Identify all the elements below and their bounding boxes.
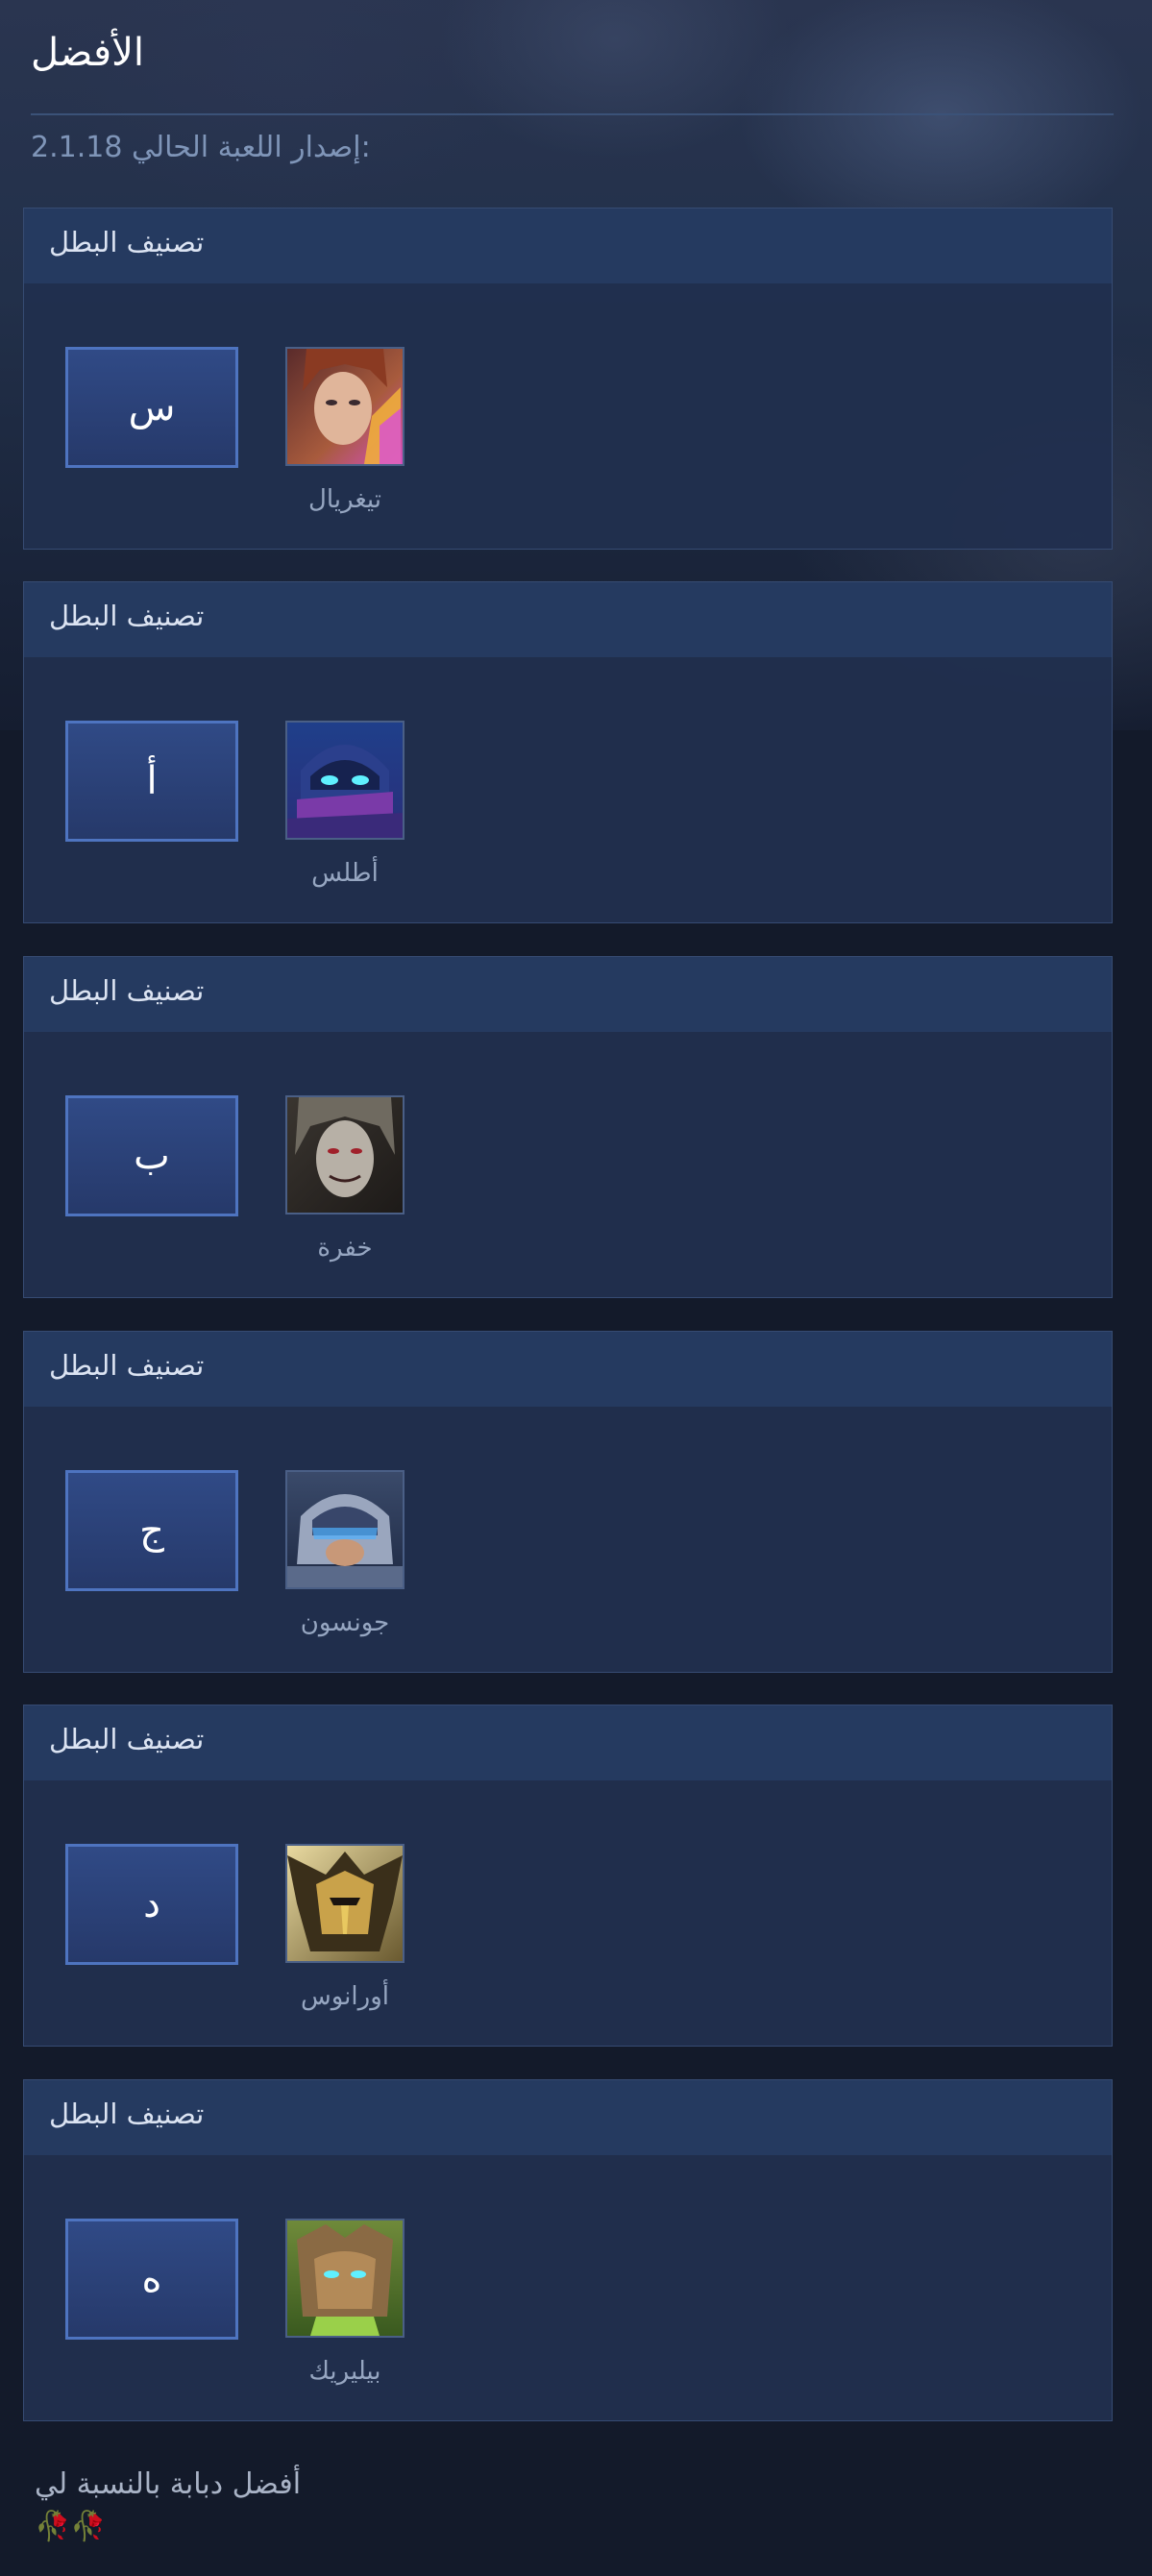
hero-name: خفرة <box>317 1234 373 1263</box>
footer-note: أفضل دبابة بالنسبة لي <box>35 2467 302 2501</box>
page-title: الأفضل <box>31 31 145 75</box>
card-title: تصنيف البطل <box>49 2098 205 2130</box>
card-title: تصنيف البطل <box>49 1723 205 1755</box>
card-header: تصنيف البطل <box>24 1705 1112 1780</box>
card-header: تصنيف البطل <box>24 582 1112 657</box>
hero-name: أورانوس <box>301 1982 389 2011</box>
hero-name: أطلس <box>311 859 379 888</box>
card-title: تصنيف البطل <box>49 226 205 258</box>
tier-grade-badge: أ <box>65 721 238 842</box>
tier-grade-badge: س <box>65 347 238 468</box>
uranus-portrait-icon[interactable] <box>285 1844 404 1963</box>
tier-grade-badge: ه <box>65 2219 238 2340</box>
hero-tier-card: تصنيف البطل أ أطلس <box>23 581 1113 923</box>
card-title: تصنيف البطل <box>49 600 205 632</box>
card-header: تصنيف البطل <box>24 957 1112 1032</box>
hero-name: بيليريك <box>308 2357 381 2386</box>
tier-grade-badge: د <box>65 1844 238 1965</box>
hero-name: جونسون <box>300 1608 390 1637</box>
card-title: تصنيف البطل <box>49 1349 205 1382</box>
card-header: تصنيف البطل <box>24 1332 1112 1407</box>
hero-tier-card: تصنيف البطل ه بيليريك <box>23 2079 1113 2421</box>
card-header: تصنيف البطل <box>24 2080 1112 2155</box>
khufra-portrait-icon[interactable] <box>285 1095 404 1214</box>
hero-tier-card: تصنيف البطل د أورانوس <box>23 1705 1113 2047</box>
johnson-portrait-icon[interactable] <box>285 1470 404 1589</box>
hero-tier-card: تصنيف البطل س تيغريال <box>23 208 1113 550</box>
card-title: تصنيف البطل <box>49 974 205 1007</box>
hero-tier-card: تصنيف البطل ب خفرة <box>23 956 1113 1298</box>
wilted-rose-emoji: 🥀🥀 <box>35 2510 107 2543</box>
hero-tier-card: تصنيف البطل ج جونسون <box>23 1331 1113 1673</box>
game-version-text: 2.1.18 إصدار اللعبة الحالي: <box>31 131 371 164</box>
hero-name: تيغريال <box>307 485 382 514</box>
page-header: الأفضل <box>31 0 1114 115</box>
belerick-portrait-icon[interactable] <box>285 2219 404 2338</box>
tier-grade-badge: ب <box>65 1095 238 1216</box>
tier-grade-badge: ج <box>65 1470 238 1591</box>
tigreal-portrait-icon[interactable] <box>285 347 404 466</box>
atlas-portrait-icon[interactable] <box>285 721 404 840</box>
card-header: تصنيف البطل <box>24 209 1112 283</box>
